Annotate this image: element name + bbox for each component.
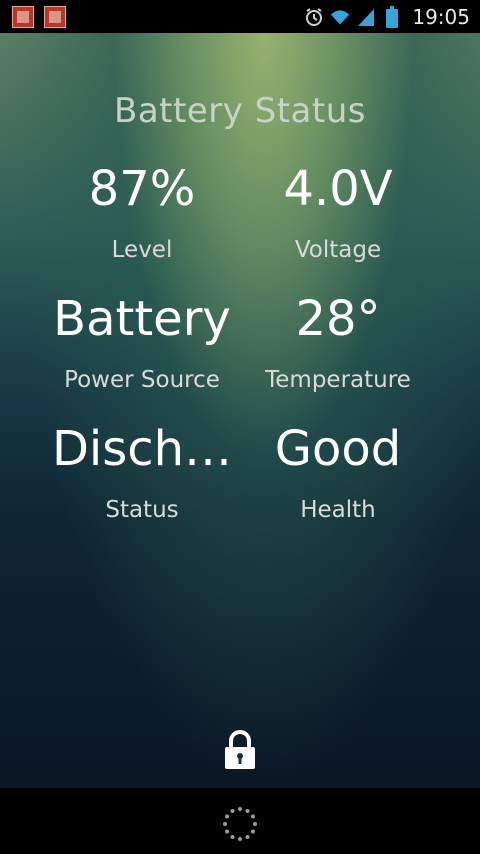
notification-app-icon[interactable]: [44, 5, 66, 28]
alarm-icon: [304, 7, 324, 27]
stats-grid: 87% Level 4.0V Voltage Battery Power Sou…: [0, 151, 480, 541]
stat-status: Disch… Status: [44, 411, 240, 541]
stat-value: 4.0V: [283, 161, 393, 217]
stat-power-source: Battery Power Source: [44, 281, 240, 411]
page-title: Battery Status: [114, 91, 366, 131]
stat-label: Health: [300, 497, 376, 523]
notification-app-icon[interactable]: [12, 5, 34, 28]
stat-value: Battery: [53, 291, 231, 347]
stats-row: 87% Level 4.0V Voltage: [0, 151, 480, 281]
stat-label: Power Source: [64, 367, 220, 393]
stat-label: Status: [105, 497, 179, 523]
stat-health: Good Health: [240, 411, 436, 541]
battery-icon: [382, 5, 402, 28]
stats-row: Disch… Status Good Health: [0, 411, 480, 541]
battery-status-screen: Battery Status 87% Level 4.0V Voltage Ba…: [0, 33, 480, 788]
stat-voltage: 4.0V Voltage: [240, 151, 436, 281]
stat-value: 87%: [88, 161, 196, 217]
clock: 19:05: [412, 4, 470, 29]
stat-value: Good: [274, 421, 402, 477]
signal-icon: [356, 7, 376, 27]
stat-value: Disch…: [51, 421, 233, 477]
stat-label: Voltage: [294, 237, 382, 263]
wifi-icon: [330, 7, 350, 27]
stat-temperature: 28° Temperature: [240, 281, 436, 411]
stat-level: 87% Level: [44, 151, 240, 281]
stat-value: 28°: [295, 291, 381, 347]
system-icons: 19:05: [304, 5, 480, 29]
stat-label: Temperature: [265, 367, 411, 393]
loading-spinner-icon: [222, 806, 258, 842]
stats-row: Battery Power Source 28° Temperature: [0, 281, 480, 411]
status-bar: 19:05: [0, 0, 480, 33]
stat-label: Level: [111, 237, 173, 263]
notification-area[interactable]: [0, 5, 66, 28]
navigation-bar: [0, 788, 480, 854]
lock-icon[interactable]: [222, 730, 258, 770]
